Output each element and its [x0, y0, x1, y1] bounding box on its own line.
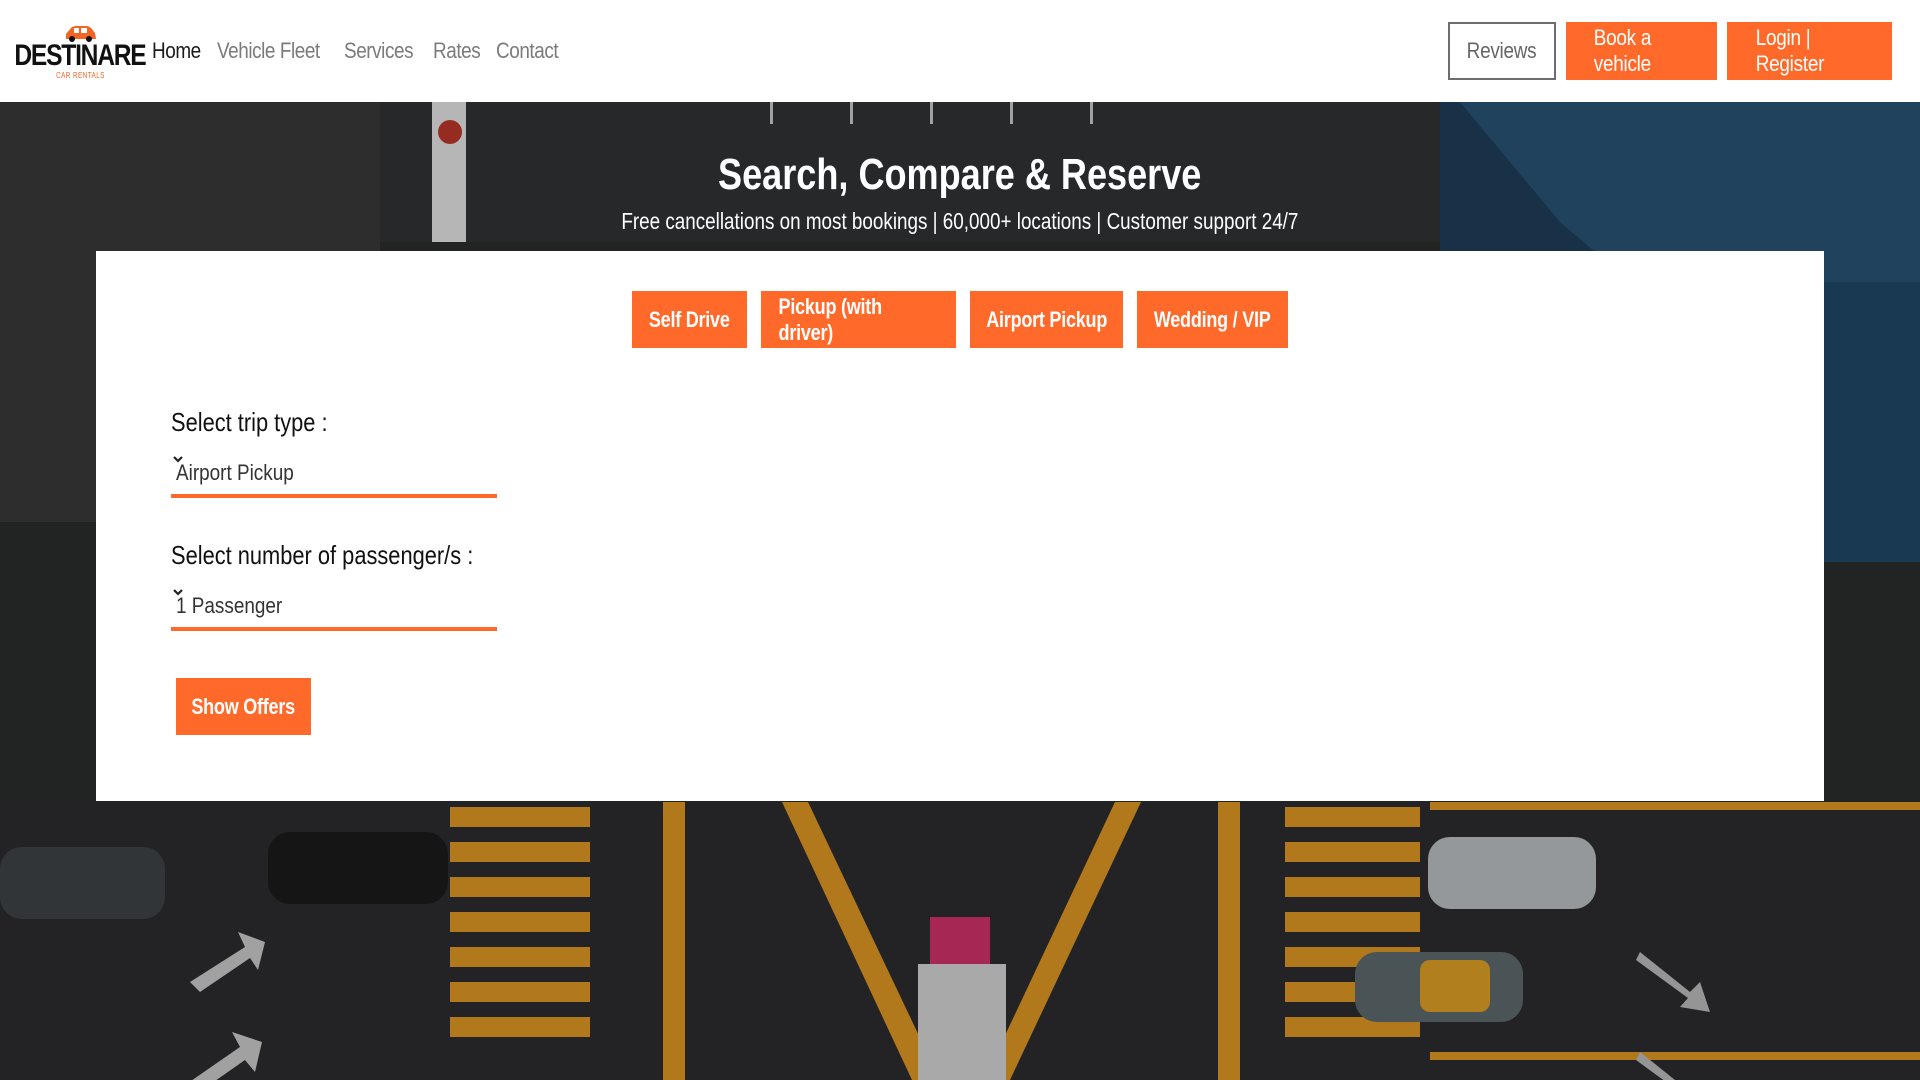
- hero-section: Search, Compare & Reserve Free cancellat…: [0, 102, 1920, 1080]
- passengers-field: Select number of passenger/s :: [171, 540, 531, 571]
- book-vehicle-button-label: Book a vehicle: [1593, 25, 1652, 76]
- tab-wedding-vip-label: Wedding / VIP: [1154, 306, 1271, 332]
- hero-subtitle: Free cancellations on most bookings | 60…: [0, 208, 1920, 235]
- show-offers-button-label: Show Offers: [191, 693, 296, 719]
- trip-type-label: Select trip type :: [171, 407, 328, 437]
- tab-pickup-with-driver[interactable]: Pickup (with driver): [761, 291, 956, 348]
- show-offers-button[interactable]: Show Offers: [176, 678, 311, 735]
- hero-title: Search, Compare & Reserve: [0, 150, 1920, 200]
- trip-type-select-value: Airport Pickup: [176, 460, 294, 485]
- reviews-button[interactable]: Reviews: [1448, 22, 1556, 80]
- top-navbar: DESTINARE CAR RENTALS Home Vehicle Fleet…: [0, 0, 1920, 102]
- tab-airport-pickup-label: Airport Pickup: [986, 306, 1107, 332]
- tab-self-drive-label: Self Drive: [649, 306, 730, 332]
- trip-type-tabs: Self Drive Pickup (with driver) Airport …: [96, 291, 1824, 348]
- passengers-select-value: 1 Passenger: [176, 593, 283, 618]
- nav-link-vehicle-fleet[interactable]: Vehicle Fleet: [217, 38, 320, 64]
- chevron-down-icon: [173, 589, 183, 596]
- reviews-button-label: Reviews: [1467, 38, 1537, 63]
- tab-self-drive[interactable]: Self Drive: [632, 291, 747, 348]
- brand-name: DESTINARE: [14, 38, 146, 72]
- tab-wedding-vip[interactable]: Wedding / VIP: [1137, 291, 1288, 348]
- passengers-select[interactable]: 1 Passenger: [171, 585, 497, 631]
- login-register-button-label: Login | Register: [1755, 25, 1825, 76]
- login-register-button[interactable]: Login | Register: [1727, 22, 1892, 80]
- nav-actions: Reviews Book a vehicle Login | Register: [1448, 22, 1892, 80]
- nav-link-rates[interactable]: Rates: [433, 38, 481, 64]
- chevron-down-icon: [173, 456, 183, 463]
- nav-link-home[interactable]: Home: [152, 38, 201, 64]
- nav-link-contact[interactable]: Contact: [496, 38, 559, 64]
- hero-subtitle-text: Free cancellations on most bookings | 60…: [621, 208, 1299, 234]
- book-vehicle-button[interactable]: Book a vehicle: [1566, 22, 1717, 80]
- trip-type-field: Select trip type :: [171, 407, 357, 438]
- nav-link-services[interactable]: Services: [344, 38, 414, 64]
- brand-logo[interactable]: DESTINARE CAR RENTALS: [14, 23, 147, 80]
- main-nav: Home Vehicle Fleet Services Rates Contac…: [152, 38, 560, 64]
- search-panel: Self Drive Pickup (with driver) Airport …: [96, 251, 1824, 801]
- passengers-label: Select number of passenger/s :: [171, 540, 474, 570]
- brand-tagline: CAR RENTALS: [55, 70, 105, 80]
- trip-type-select[interactable]: Airport Pickup: [171, 452, 497, 498]
- tab-pickup-with-driver-label: Pickup (with driver): [778, 293, 883, 345]
- hero-title-text: Search, Compare & Reserve: [718, 150, 1202, 199]
- tab-airport-pickup[interactable]: Airport Pickup: [970, 291, 1123, 348]
